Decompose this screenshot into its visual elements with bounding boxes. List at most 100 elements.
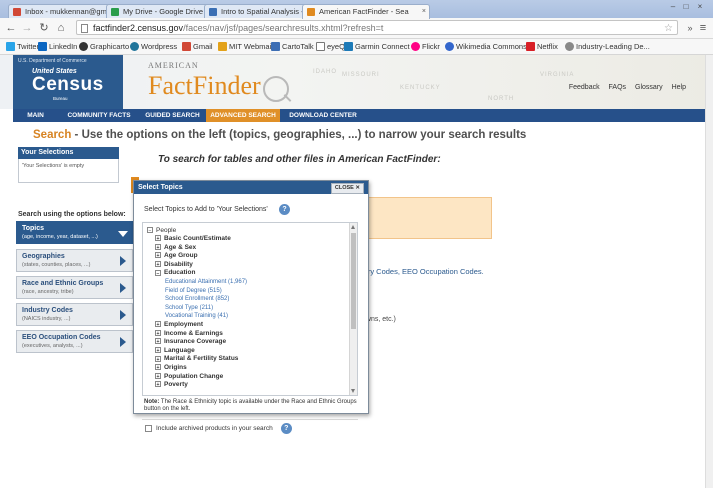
bookmark-linkedin[interactable]: LinkedIn [38, 41, 77, 52]
tree-leaf[interactable]: School Enrollment (852) [165, 295, 229, 303]
help-link[interactable]: Help [672, 84, 686, 91]
expand-icon[interactable]: + [155, 329, 161, 337]
collapse-icon[interactable]: − [155, 269, 161, 277]
tree-node[interactable]: + Basic Count/Estimate [155, 235, 231, 243]
minimize-icon[interactable]: – [667, 2, 679, 12]
page-scrollbar[interactable] [705, 55, 713, 488]
close-window-icon[interactable]: × [694, 2, 706, 12]
expand-icon[interactable]: + [155, 338, 161, 345]
tree-node[interactable]: + Income & Earnings [155, 330, 223, 338]
browser-tab-drive[interactable]: My Drive - Google Drive × [106, 4, 220, 19]
bookmark-eyeq[interactable]: eyeQ [316, 41, 345, 52]
search-heading-text: - Use the options on the left (topics, g… [71, 129, 527, 141]
expand-icon[interactable]: + [155, 321, 161, 328]
scroll-up-icon[interactable] [351, 225, 355, 229]
map-label: MISSOURI [342, 72, 380, 78]
search-heading: Search - Use the options on the left (to… [33, 129, 526, 141]
tree-node[interactable]: + Insurance Coverage [155, 338, 226, 346]
maximize-icon[interactable]: □ [680, 2, 692, 12]
tab-download-center[interactable]: DOWNLOAD CENTER [283, 109, 363, 122]
back-icon[interactable]: ← [4, 20, 18, 36]
census-bureau-logo[interactable]: U.S. Department of Commerce United State… [13, 55, 123, 109]
race-ethnic-groups-button[interactable]: Race and Ethnic Groups (race, ancestry, … [16, 276, 133, 299]
tree-node[interactable]: + Origins [155, 364, 187, 372]
tree-leaf[interactable]: Vocational Training (41) [165, 312, 228, 320]
help-icon[interactable]: ? [280, 423, 292, 434]
expand-icon[interactable]: + [155, 252, 161, 259]
bookmark-star-icon[interactable]: ☆ [664, 21, 673, 36]
address-bar[interactable]: factfinder2.census.gov/faces/nav/jsf/pag… [76, 20, 678, 35]
tree-node[interactable]: + Population Change [155, 373, 223, 381]
scroll-down-icon[interactable] [351, 389, 355, 393]
faqs-link[interactable]: FAQs [609, 84, 627, 91]
button-subtitle: (NAICS industry, ...) [22, 316, 71, 322]
home-icon[interactable]: ⌂ [54, 20, 68, 36]
site-header: IDAHO MISSOURI KENTUCKY VIRGINIA NORTH U… [0, 55, 713, 109]
tree-scrollbar[interactable] [349, 223, 357, 395]
tab-guided-search[interactable]: GUIDED SEARCH [140, 109, 205, 122]
browser-tab-factfinder[interactable]: American FactFinder - Sea × [302, 4, 430, 19]
expand-icon[interactable]: + [155, 364, 161, 371]
geographies-button[interactable]: Geographies (states, counties, places, .… [16, 249, 133, 272]
archived-checkbox[interactable] [145, 425, 152, 432]
tree-node[interactable]: + Age Group [155, 252, 198, 260]
tree-label: School Type (211) [165, 304, 214, 311]
expand-icon[interactable]: + [155, 347, 161, 354]
bookmark-wordpress[interactable]: Wordpress [130, 41, 177, 52]
menu-icon[interactable]: ≡ [696, 20, 710, 36]
tree-node-people[interactable]: − People [147, 227, 176, 235]
bookmark-mit-webmail[interactable]: MIT Webmail [218, 41, 273, 52]
tree-node[interactable]: + Age & Sex [155, 244, 196, 252]
collapse-icon[interactable]: − [147, 227, 153, 234]
close-button[interactable]: CLOSE ✕ [330, 183, 364, 194]
topics-button[interactable]: Topics (age, income, year, dataset, ...) [16, 221, 133, 244]
brand-factfinder[interactable]: FactFinder [148, 71, 261, 101]
feedback-link[interactable]: Feedback [569, 84, 600, 91]
tree-node[interactable]: − Education [155, 269, 195, 277]
tree-node[interactable]: + Poverty [155, 381, 188, 389]
eeo-occupation-codes-button[interactable]: EEO Occupation Codes (executives, analys… [16, 330, 133, 353]
reload-icon[interactable]: ↻ [37, 20, 51, 36]
bookmark-graphicarto[interactable]: Graphicarto [79, 41, 129, 52]
tree-node[interactable]: + Employment [155, 321, 203, 329]
bookmark-gmail[interactable]: Gmail [182, 41, 213, 52]
browser-tab-spatial[interactable]: Intro to Spatial Analysis - I × [204, 4, 318, 19]
tab-main[interactable]: MAIN [13, 109, 58, 122]
bookmark-garmin[interactable]: Garmin Connect [344, 41, 410, 52]
industry-codes-button[interactable]: Industry Codes (NAICS industry, ...) [16, 303, 133, 326]
bookmark-flickr[interactable]: Flickr [411, 41, 440, 52]
tree-node[interactable]: + Marital & Fertility Status [155, 355, 238, 363]
bookmark-cartotalk[interactable]: CartoTalk [271, 41, 314, 52]
tree-label: Language [164, 346, 195, 354]
expand-icon[interactable]: + [155, 355, 161, 363]
tree-leaf[interactable]: Field of Degree (515) [165, 287, 222, 295]
tree-leaf[interactable]: Educational Attainment (1,967) [165, 278, 247, 286]
bookmark-twitter[interactable]: Twitter [6, 41, 39, 52]
bookmark-wikimedia[interactable]: Wikimedia Commons [445, 41, 527, 52]
bookmark-netflix[interactable]: Netflix [526, 41, 558, 52]
chevron-down-icon [118, 231, 128, 237]
forward-icon[interactable]: → [20, 20, 34, 36]
expand-icon[interactable]: + [155, 381, 161, 388]
tree-node[interactable]: + Disability [155, 261, 193, 269]
browser-tab-gmail[interactable]: Inbox - mukkennan@gmail.com × [8, 4, 122, 19]
extensions-overflow-icon[interactable]: » [683, 20, 697, 36]
tree-node[interactable]: + Language [155, 347, 195, 355]
tab-advanced-search[interactable]: ADVANCED SEARCH [206, 109, 280, 122]
tree-leaf[interactable]: School Type (211) [165, 304, 213, 312]
bookmark-industry[interactable]: Industry-Leading De... [565, 41, 650, 52]
tab-community-facts[interactable]: COMMUNITY FACTS [58, 109, 140, 122]
button-title: Topics [22, 225, 45, 232]
chevron-right-icon [120, 283, 126, 293]
expand-icon[interactable]: + [155, 243, 161, 251]
browser-tab-strip: Inbox - mukkennan@gmail.com × My Drive -… [0, 0, 713, 19]
help-icon[interactable]: ? [279, 204, 290, 215]
expand-icon[interactable]: + [155, 261, 161, 268]
glossary-link[interactable]: Glossary [635, 84, 663, 91]
expand-icon[interactable]: + [155, 235, 161, 242]
button-title: Industry Codes [22, 307, 73, 314]
expand-icon[interactable]: + [155, 372, 161, 380]
close-tab-icon[interactable]: × [422, 5, 426, 19]
scroll-thumb[interactable] [351, 233, 356, 329]
search-options-label: Search using the options below: [18, 211, 126, 218]
